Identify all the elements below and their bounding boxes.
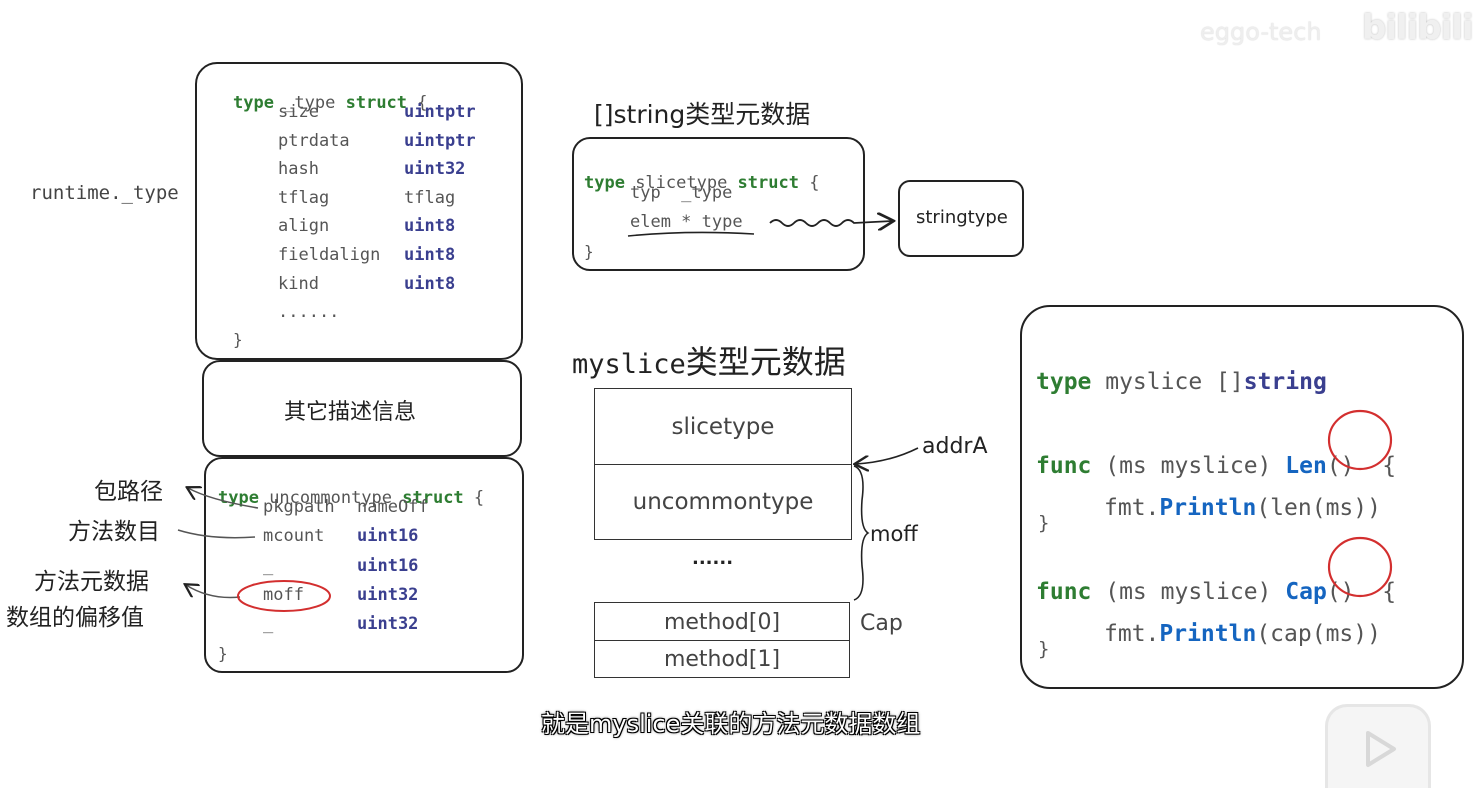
myslice-title: myslice类型元数据 bbox=[572, 337, 846, 383]
annotation-mcount: 方法数目 bbox=[68, 519, 160, 545]
code-line-type: type myslice []string bbox=[1036, 369, 1327, 395]
myslice-title-mono: myslice bbox=[572, 349, 686, 380]
type-field-name: tflag bbox=[278, 187, 330, 208]
layout-cell-method0: method[0] bbox=[594, 602, 850, 642]
code-close-cap: } bbox=[1038, 638, 1050, 660]
type-field-type: uint8 bbox=[404, 245, 456, 265]
uncommon-field-type: uint32 bbox=[357, 584, 419, 605]
uncommon-field-type: uint32 bbox=[357, 614, 419, 635]
moff-offset-label: moff bbox=[870, 522, 918, 546]
other-info-label: 其它描述信息 bbox=[284, 400, 417, 425]
type-field-name: kind bbox=[278, 273, 319, 294]
uncommon-field-name: pkgpath bbox=[263, 497, 335, 517]
slicetype-field-typ: typ _type bbox=[630, 183, 733, 203]
slicetype-title: []string类型元数据 bbox=[594, 100, 811, 129]
watermark-brand: eggo-tech bbox=[1200, 18, 1322, 46]
type-field-name: ptrdata bbox=[278, 130, 350, 151]
uncommontype-header: type uncommontype struct { bbox=[218, 488, 485, 508]
play-button[interactable] bbox=[1325, 704, 1431, 788]
addrA-arrow bbox=[856, 447, 919, 464]
code-line-len-body: fmt.Println(len(ms)) bbox=[1104, 495, 1381, 521]
type-field-type: uintptr bbox=[404, 130, 476, 151]
addrA-label: addrA bbox=[922, 434, 988, 459]
runtime-type-label: runtime._type bbox=[30, 182, 179, 204]
uncommon-field-type: uint16 bbox=[357, 555, 419, 576]
type-field-type: uintptr bbox=[404, 102, 476, 122]
play-icon bbox=[1366, 731, 1396, 767]
type-field-name: hash bbox=[278, 159, 319, 180]
type-struct-header: type _type struct { bbox=[233, 93, 428, 113]
uncommon-field-name: moff bbox=[263, 584, 304, 605]
cap-label: Cap bbox=[860, 611, 903, 636]
layout-cell-method1: method[1] bbox=[594, 640, 850, 678]
uncommon-field-name: _ bbox=[263, 614, 274, 635]
type-field-type: uint8 bbox=[404, 273, 456, 294]
uncommontype-close: } bbox=[218, 644, 228, 663]
bilibili-logo: bilibili bbox=[1362, 8, 1474, 48]
video-subtitle: 就是myslice关联的方法元数据数组 bbox=[541, 710, 921, 738]
stringtype-label: stringtype bbox=[916, 207, 1008, 228]
annotation-pkgpath: 包路径 bbox=[94, 479, 163, 505]
myslice-title-cjk: 类型元数据 bbox=[685, 343, 846, 381]
slicetype-field-elem: elem * type bbox=[630, 212, 743, 232]
type-field-name: fieldalign bbox=[278, 245, 381, 265]
moff-brace bbox=[853, 465, 870, 601]
type-field-type: uint8 bbox=[404, 216, 456, 237]
layout-cell-slicetype: slicetype bbox=[594, 388, 852, 466]
layout-cell-uncommontype: uncommontype bbox=[594, 464, 852, 540]
type-field-type: tflag bbox=[404, 187, 456, 208]
type-struct-close: } bbox=[233, 330, 243, 349]
annotation-moff-line2: 数组的偏移值 bbox=[6, 605, 144, 631]
code-close-len: } bbox=[1038, 512, 1050, 534]
uncommon-field-name: mcount bbox=[263, 526, 325, 547]
uncommon-field-type: uint16 bbox=[357, 526, 419, 547]
type-field-type: uint32 bbox=[404, 159, 466, 180]
code-line-cap-body: fmt.Println(cap(ms)) bbox=[1104, 621, 1381, 647]
annotation-moff-line1: 方法元数据 bbox=[34, 569, 149, 595]
uncommon-field-type: nameOff bbox=[357, 497, 429, 517]
type-field-name: align bbox=[278, 216, 330, 237]
uncommon-field-name: _ bbox=[263, 555, 274, 576]
layout-dots: ...... bbox=[692, 548, 734, 569]
slicetype-close: } bbox=[584, 242, 594, 261]
type-field-name: size bbox=[278, 102, 319, 122]
type-struct-ellipsis: ...... bbox=[278, 302, 340, 322]
